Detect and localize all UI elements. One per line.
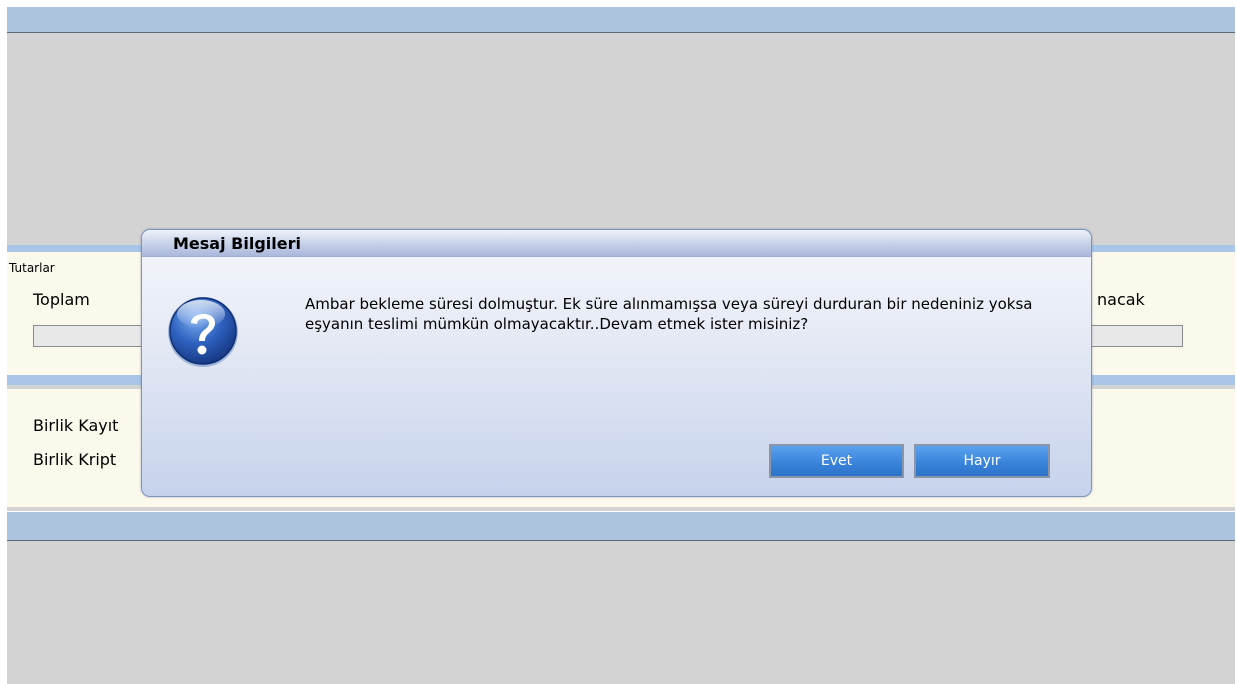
no-button[interactable]: Hayır: [914, 444, 1050, 478]
right-field-label: nacak: [1097, 290, 1145, 309]
union-registration-label: Birlik Kayıt: [33, 416, 119, 435]
total-label: Toplam: [33, 290, 90, 309]
totals-group-legend: Tutarlar: [9, 261, 55, 275]
top-toolbar-strip: [7, 7, 1235, 33]
dialog-title-bar: Mesaj Bilgileri: [142, 230, 1091, 257]
right-field[interactable]: [1077, 325, 1183, 347]
dialog-title: Mesaj Bilgileri: [173, 234, 301, 253]
union-crypto-label: Birlik Kript: [33, 450, 117, 469]
question-icon: [168, 297, 238, 367]
message-dialog: Mesaj Bilgileri Ambar bekleme süresi dol…: [141, 229, 1092, 497]
yes-button[interactable]: Evet: [769, 444, 904, 478]
bottom-toolbar-strip: [7, 511, 1235, 541]
dialog-message: Ambar bekleme süresi dolmuştur. Ek süre …: [305, 295, 1033, 333]
